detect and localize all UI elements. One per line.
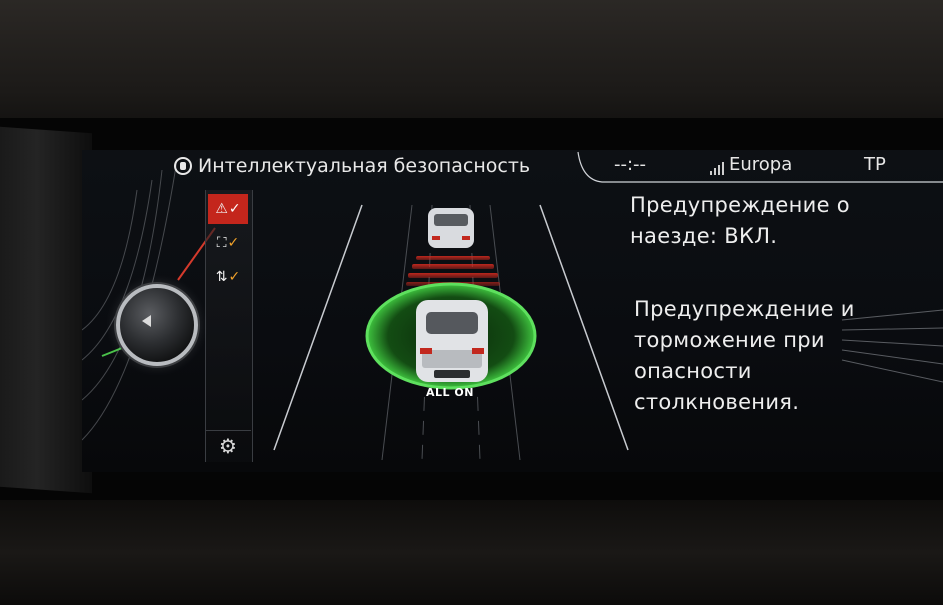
- menu-item-lane-warning[interactable]: ⇅ ✓: [208, 262, 248, 292]
- arrow-left-icon: [142, 315, 151, 327]
- dashboard-left-panel: [0, 126, 92, 494]
- check-icon: ✓: [228, 269, 241, 285]
- collision-braking-description: Предупреждение и торможение при опасност…: [634, 297, 855, 414]
- check-icon: ✓: [227, 235, 240, 251]
- signal-bars-icon: [710, 161, 724, 175]
- collision-warning-icon: ⚠: [215, 201, 228, 217]
- front-car-icon: [428, 208, 474, 248]
- collision-warning-bars: [406, 256, 500, 286]
- pedestrian-warning-icon: ⛶: [216, 235, 227, 251]
- clock: --:--: [614, 154, 647, 175]
- check-icon: ✓: [228, 201, 241, 217]
- status-label: ALL ON: [426, 386, 474, 399]
- lane-warning-icon: ⇅: [215, 269, 228, 285]
- traffic-program-indicator: TP: [864, 154, 886, 175]
- collision-warning-status: Предупреждение о наезде: ВКЛ.: [630, 193, 850, 248]
- menu-item-collision-warning[interactable]: ⚠ ✓: [208, 194, 248, 224]
- screen-title-text: Интеллектуальная безопасность: [198, 155, 531, 177]
- side-menu: ⚠ ✓ ⛶ ✓ ⇅ ✓: [205, 190, 253, 462]
- network-indicator: Europa: [710, 154, 792, 175]
- own-car-icon: [416, 300, 488, 382]
- settings-button[interactable]: ⚙: [205, 430, 251, 461]
- green-indicator-line: [101, 347, 123, 357]
- dashboard-bottom: [0, 500, 943, 605]
- driver-assist-icon: [174, 157, 192, 175]
- dashboard-top: [0, 0, 943, 130]
- screen-title: Интеллектуальная безопасность: [174, 152, 530, 180]
- menu-item-pedestrian-warning[interactable]: ⛶ ✓: [208, 228, 248, 258]
- status-bar: --:-- Europa TP: [578, 152, 943, 184]
- idrive-screen: Интеллектуальная безопасность --:-- Euro…: [82, 150, 943, 472]
- gear-icon: ⚙: [219, 434, 237, 458]
- controller-knob[interactable]: [116, 284, 198, 366]
- network-name: Europa: [729, 154, 793, 175]
